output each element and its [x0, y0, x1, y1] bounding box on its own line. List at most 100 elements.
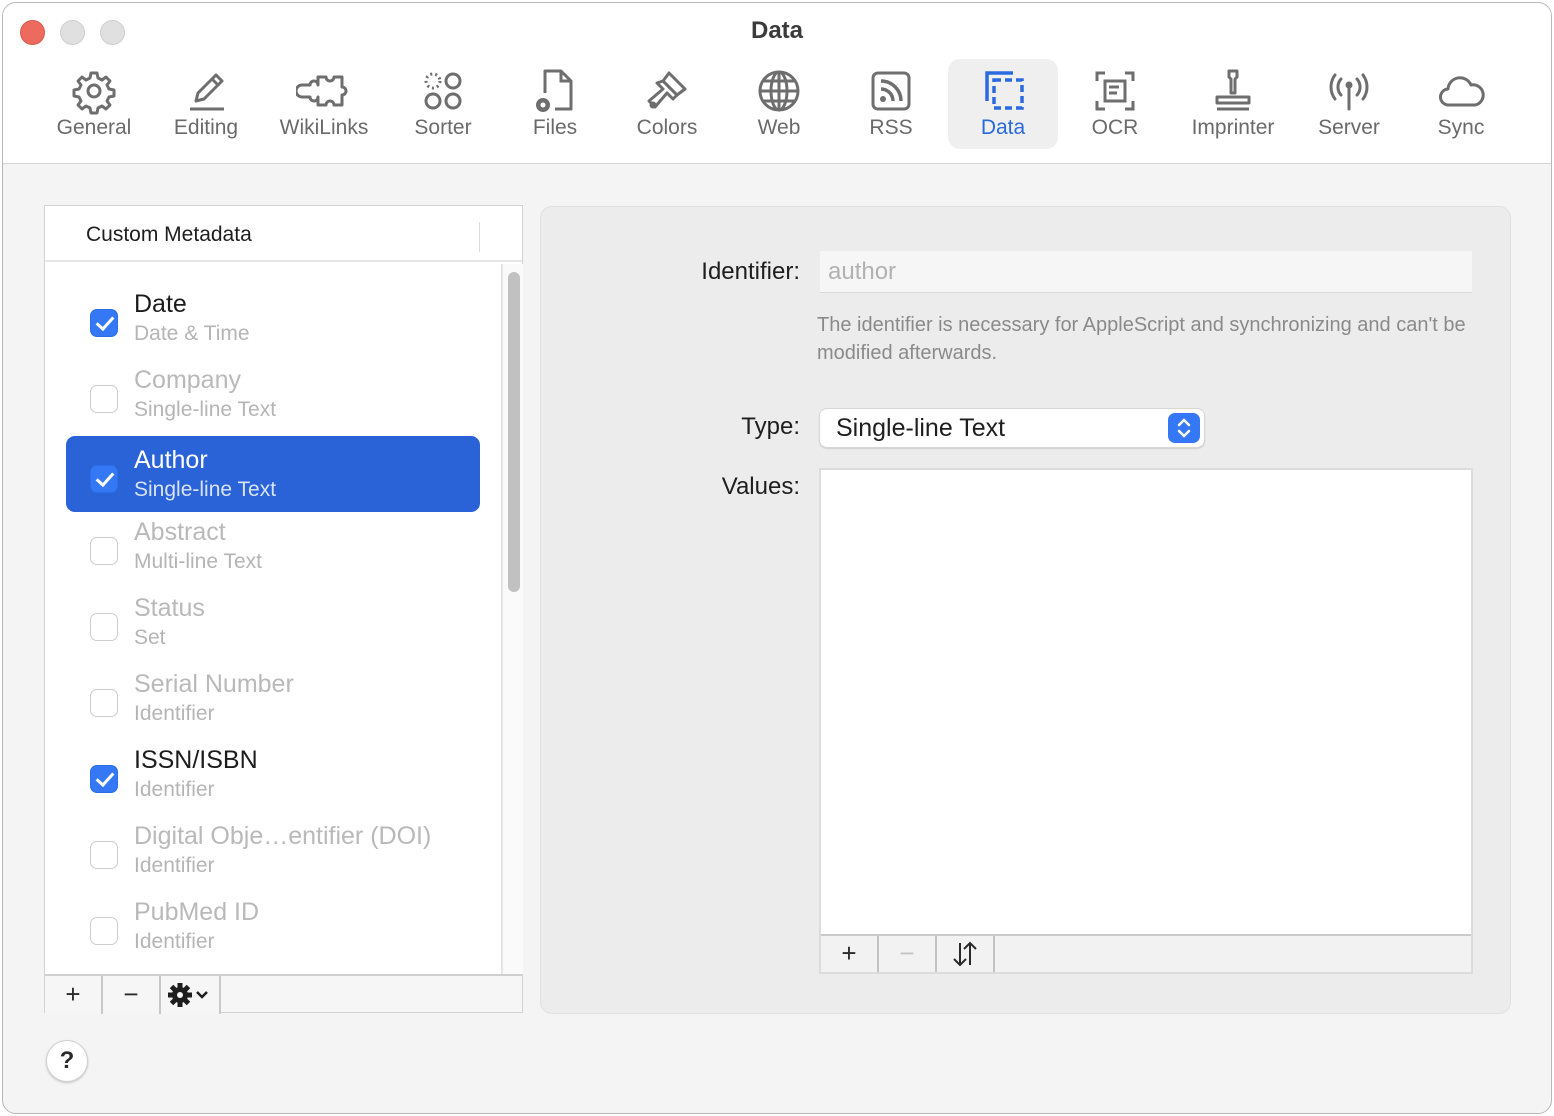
tab-ocr[interactable]: OCR [1060, 59, 1170, 149]
gear-menu-icon [168, 983, 208, 1007]
field-type: Identifier [134, 778, 215, 801]
tab-imprinter[interactable]: Imprinter [1177, 59, 1289, 149]
enabled-checkbox[interactable] [90, 841, 118, 869]
field-name: PubMed ID [134, 898, 260, 926]
column-header-label: Custom Metadata [86, 223, 252, 246]
tab-colors[interactable]: Colors [612, 59, 722, 149]
scrollbar-thumb[interactable] [508, 272, 520, 592]
cloud-icon [1439, 76, 1485, 107]
help-button[interactable]: ? [46, 1040, 88, 1082]
stamp-icon [1215, 69, 1251, 111]
type-selected-value: Single-line Text [836, 414, 1006, 442]
list-item[interactable]: Status Set [66, 584, 480, 660]
tab-label: Colors [636, 116, 698, 139]
tab-server[interactable]: Server [1294, 59, 1404, 149]
identifier-field: author [820, 251, 1472, 293]
tab-label: RSS [869, 116, 913, 139]
list-item[interactable]: Digital Obje…entifier (DOI) Identifier [66, 812, 480, 888]
field-name: Company [134, 366, 241, 394]
enabled-checkbox[interactable] [90, 689, 118, 717]
metadata-list-panel: Custom Metadata Date Date & Time Company… [44, 205, 523, 1014]
type-popup-button[interactable]: Single-line Text [819, 408, 1205, 448]
tab-files[interactable]: Files [500, 59, 610, 149]
list-item-selected[interactable]: Author Single-line Text [66, 436, 480, 512]
preferences-window: Data General Editing WikiLinks Sorter Fi… [2, 2, 1552, 1114]
tab-label: WikiLinks [279, 116, 369, 139]
identifier-note: The identifier is necessary for AppleScr… [817, 314, 1466, 364]
pencil-icon [190, 73, 224, 111]
tab-data[interactable]: Data [948, 59, 1058, 149]
tab-sorter[interactable]: Sorter [388, 59, 498, 149]
puzzle-icon [296, 75, 348, 107]
list-item[interactable]: Abstract Multi-line Text [66, 508, 480, 584]
enabled-checkbox[interactable] [90, 917, 118, 945]
list-scrollbar[interactable] [502, 264, 523, 974]
values-list[interactable]: + − [819, 468, 1473, 974]
field-name: Serial Number [134, 670, 294, 698]
field-detail-panel: Identifier: author The identifier is nec… [540, 206, 1511, 1014]
tab-rss[interactable]: RSS [836, 59, 946, 149]
column-separator [479, 222, 480, 252]
tab-editing[interactable]: Editing [151, 59, 261, 149]
tab-wikilinks[interactable]: WikiLinks [269, 59, 379, 149]
tab-label: Web [757, 116, 801, 139]
values-footer-bar: + − [821, 934, 1471, 972]
antenna-icon [1329, 73, 1369, 111]
window-title: Data [750, 17, 804, 44]
enabled-checkbox[interactable] [90, 613, 118, 641]
field-name: Date [134, 290, 187, 318]
enabled-checkbox[interactable] [90, 385, 118, 413]
paintbrush-icon [647, 71, 687, 109]
tab-label: Files [532, 116, 578, 139]
field-type: Single-line Text [134, 478, 277, 501]
field-type: Multi-line Text [134, 550, 262, 573]
chevron-up-down-icon [1168, 413, 1200, 443]
list-item[interactable]: Serial Number Identifier [66, 660, 480, 736]
tab-label: Server [1318, 116, 1380, 139]
globe-icon [758, 70, 800, 112]
add-value-button[interactable]: + [821, 936, 879, 972]
field-name: Abstract [134, 518, 226, 546]
sorter-circles-icon [424, 72, 462, 110]
tab-label: General [56, 116, 132, 139]
remove-value-button[interactable]: − [879, 936, 937, 972]
list-item[interactable]: PubMed ID Identifier [66, 888, 480, 964]
field-name: ISSN/ISBN [134, 746, 258, 774]
action-menu-button[interactable] [161, 976, 221, 1014]
field-type: Identifier [134, 930, 215, 953]
field-type: Identifier [134, 854, 215, 877]
gear-icon [72, 71, 116, 115]
field-type: Set [134, 626, 166, 649]
enabled-checkbox[interactable] [90, 765, 118, 793]
tab-label: OCR [1091, 116, 1139, 139]
add-field-button[interactable]: + [45, 976, 103, 1014]
metadata-list: Date Date & Time Company Single-line Tex… [45, 264, 502, 974]
list-column-header[interactable]: Custom Metadata [45, 206, 522, 262]
identifier-label: Identifier: [701, 258, 800, 285]
values-label: Values: [721, 473, 800, 500]
tab-general[interactable]: General [39, 59, 149, 149]
enabled-checkbox[interactable] [90, 537, 118, 565]
data-icon [985, 71, 1024, 110]
enabled-checkbox[interactable] [90, 309, 118, 337]
enabled-checkbox[interactable] [90, 465, 118, 493]
field-name: Author [134, 446, 208, 474]
tab-web[interactable]: Web [724, 59, 834, 149]
title-bar: Data General Editing WikiLinks Sorter Fi… [3, 3, 1551, 164]
type-label: Type: [741, 413, 800, 440]
sort-values-button[interactable] [937, 936, 995, 972]
field-type: Date & Time [134, 322, 250, 345]
remove-field-button[interactable]: − [103, 976, 161, 1014]
list-footer-bar: + − [45, 974, 522, 1014]
ocr-scan-icon [1095, 71, 1135, 111]
field-type: Single-line Text [134, 398, 277, 421]
list-item[interactable]: ISSN/ISBN Identifier [66, 736, 480, 812]
tab-label: Data [980, 116, 1026, 139]
file-gear-icon [536, 69, 573, 112]
list-item[interactable]: Date Date & Time [66, 280, 480, 356]
field-name: Status [134, 594, 205, 622]
sort-arrows-icon [953, 941, 977, 967]
tab-sync[interactable]: Sync [1406, 59, 1516, 149]
list-item[interactable]: Company Single-line Text [66, 356, 480, 432]
field-type: Identifier [134, 702, 215, 725]
